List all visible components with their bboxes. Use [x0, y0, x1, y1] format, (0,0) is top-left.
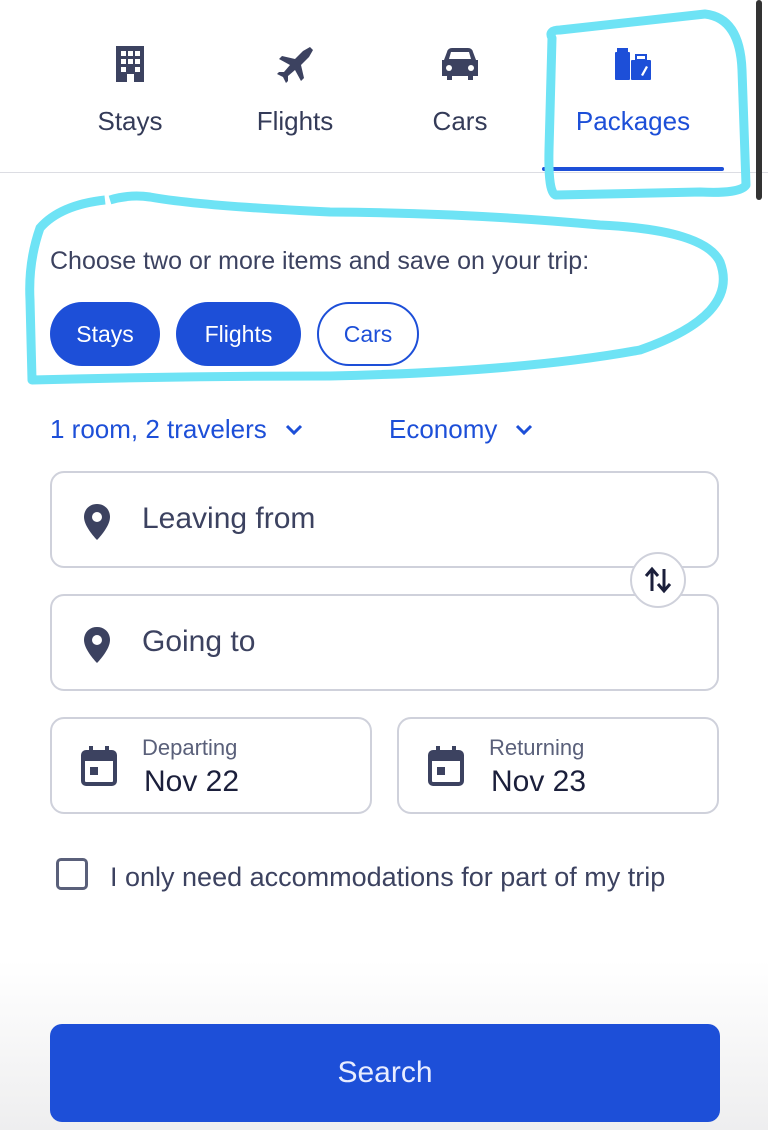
leaving-from-field[interactable]: Leaving from [50, 471, 719, 568]
airplane-icon [277, 47, 313, 83]
returning-value: Nov 23 [491, 765, 587, 798]
chip-label: Flights [204, 320, 273, 347]
going-to-field[interactable]: Going to [50, 594, 719, 691]
chip-flights[interactable]: Flights [176, 302, 301, 366]
partial-stay-checkbox[interactable] [56, 858, 88, 890]
tab-label: Stays [97, 106, 163, 136]
tab-flights[interactable]: Flights [215, 0, 375, 172]
departing-value: Nov 22 [144, 765, 240, 798]
chevron-down-icon [285, 424, 302, 435]
location-pin-icon [84, 627, 110, 663]
chip-label: Stays [76, 320, 134, 347]
calendar-icon [81, 746, 117, 786]
cabin-class-label: Economy [389, 414, 498, 444]
travelers-selector[interactable]: 1 room, 2 travelers [50, 414, 303, 445]
search-button-label: Search [337, 1056, 433, 1089]
search-button[interactable]: Search [50, 1024, 720, 1122]
scrollbar[interactable] [756, 0, 762, 200]
travelers-label: 1 room, 2 travelers [50, 414, 267, 444]
tab-label: Cars [432, 106, 488, 136]
cabin-class-selector[interactable]: Economy [389, 414, 533, 445]
car-icon [442, 48, 478, 80]
swap-arrows-icon [644, 566, 672, 594]
location-pin-icon [84, 504, 110, 540]
chip-stays[interactable]: Stays [50, 302, 160, 366]
departing-label: Departing [142, 735, 238, 760]
building-icon [116, 46, 144, 82]
returning-label: Returning [489, 735, 585, 760]
going-to-placeholder: Going to [142, 625, 256, 658]
tab-stays[interactable]: Stays [50, 0, 210, 172]
swap-locations-button[interactable] [630, 552, 686, 608]
tab-label: Flights [256, 106, 334, 136]
leaving-from-placeholder: Leaving from [142, 502, 316, 535]
active-tab-indicator [542, 167, 724, 171]
partial-stay-label[interactable]: I only need accommodations for part of m… [110, 857, 700, 897]
tab-bar: Stays Flights Cars Packages [0, 0, 768, 173]
package-prompt: Choose two or more items and save on you… [50, 247, 590, 275]
tab-cars[interactable]: Cars [380, 0, 540, 172]
tab-label: Packages [575, 106, 691, 136]
chip-cars[interactable]: Cars [317, 302, 419, 366]
luggage-icon [615, 48, 651, 80]
chevron-down-icon [516, 424, 533, 435]
chip-label: Cars [343, 320, 393, 347]
returning-date-field[interactable]: Returning Nov 23 [397, 717, 719, 814]
departing-date-field[interactable]: Departing Nov 22 [50, 717, 372, 814]
tab-packages[interactable]: Packages [548, 0, 718, 172]
calendar-icon [428, 746, 464, 786]
